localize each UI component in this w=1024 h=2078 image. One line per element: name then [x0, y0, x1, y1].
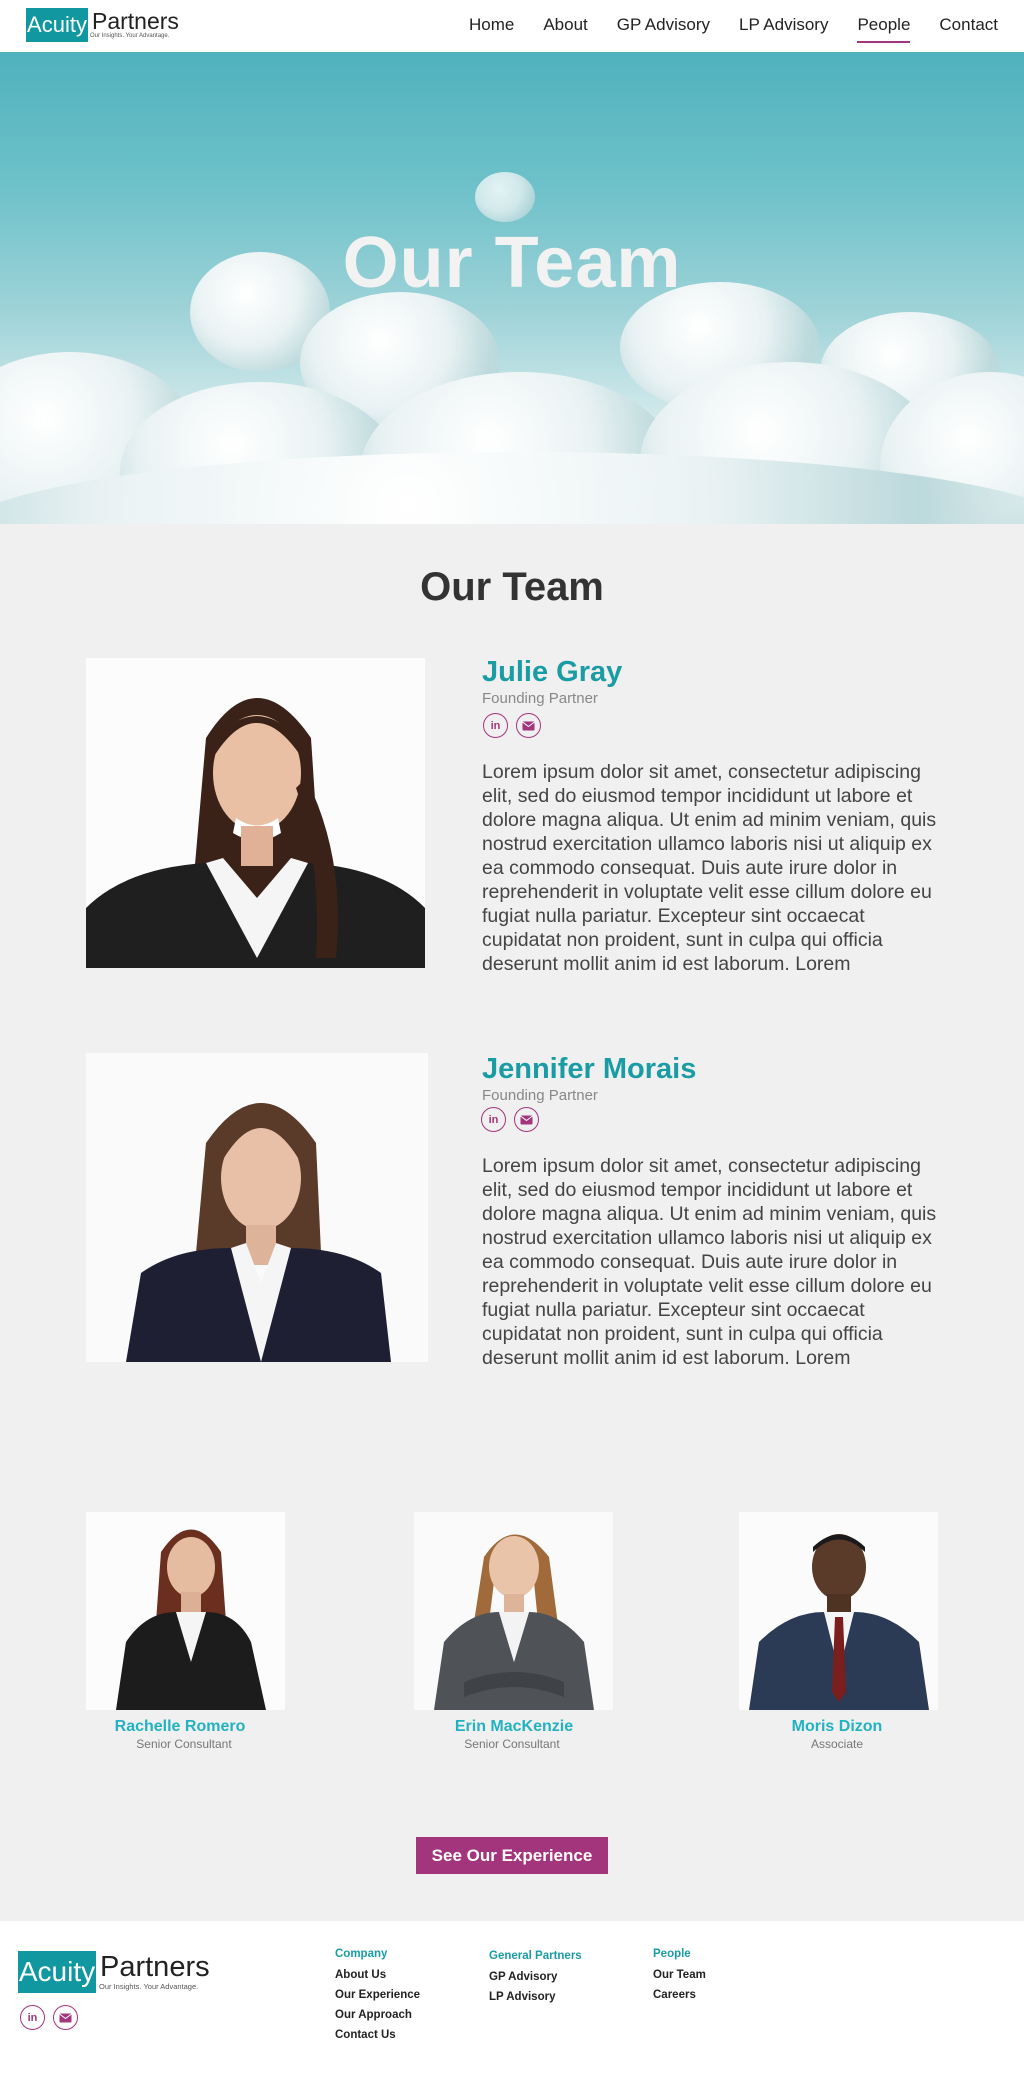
member-role: Associate: [810, 1737, 864, 1751]
site-footer: Acuity Partners Our Insights. Your Advan…: [0, 1921, 1024, 2078]
footer-column-general-partners: General Partners GP Advisory LP Advisory: [489, 1950, 582, 2011]
footer-link-our-experience[interactable]: Our Experience: [335, 1989, 420, 2001]
member-photo-moris-dizon: [739, 1512, 938, 1710]
footer-column-title: People: [653, 1948, 691, 1960]
hero-banner: Our Team: [0, 52, 1024, 524]
footer-column-title: General Partners: [489, 1950, 582, 1962]
logo-tagline: Our Insights. Your Advantage.: [90, 33, 170, 39]
member-name: Julie Gray: [482, 656, 623, 688]
member-name: Erin MacKenzie: [454, 1718, 574, 1735]
footer-social: in: [20, 2005, 78, 2030]
nav-gp-advisory[interactable]: GP Advisory: [617, 15, 710, 37]
logo-word: Partners: [100, 1951, 210, 1983]
footer-column-people: People Our Team Careers: [653, 1948, 706, 2009]
member-role: Senior Consultant: [136, 1737, 232, 1751]
footer-link-lp-advisory[interactable]: LP Advisory: [489, 1991, 582, 2003]
member-bio: Lorem ipsum dolor sit amet, consectetur …: [482, 1155, 937, 1369]
nav-lp-advisory[interactable]: LP Advisory: [739, 15, 828, 37]
mail-icon[interactable]: [516, 713, 541, 738]
member-photo-jennifer-morais: [86, 1053, 428, 1362]
footer-link-gp-advisory[interactable]: GP Advisory: [489, 1971, 582, 1983]
nav-home[interactable]: Home: [469, 15, 514, 37]
footer-logo[interactable]: Acuity Partners Our Insights. Your Advan…: [18, 1951, 210, 1993]
site-logo[interactable]: Acuity Partners Our Insights. Your Advan…: [26, 8, 179, 42]
member-role: Founding Partner: [482, 690, 598, 707]
footer-link-careers[interactable]: Careers: [653, 1989, 706, 2001]
member-name: Moris Dizon: [791, 1718, 883, 1735]
mail-icon[interactable]: [514, 1107, 539, 1132]
footer-column-company: Company About Us Our Experience Our Appr…: [335, 1948, 420, 2049]
hero-title: Our Team: [342, 223, 682, 303]
nav-about[interactable]: About: [543, 15, 587, 37]
footer-link-contact-us[interactable]: Contact Us: [335, 2029, 420, 2041]
member-photo-rachelle-romero: [86, 1512, 285, 1710]
linkedin-icon[interactable]: in: [483, 713, 508, 738]
site-header: Acuity Partners Our Insights. Your Advan…: [0, 0, 1024, 52]
member-name: Rachelle Romero: [114, 1718, 246, 1735]
member-social: in: [483, 713, 541, 738]
linkedin-icon[interactable]: in: [20, 2005, 45, 2030]
logo-box: Acuity: [18, 1951, 96, 1993]
mail-icon[interactable]: [53, 2005, 78, 2030]
footer-link-our-approach[interactable]: Our Approach: [335, 2009, 420, 2021]
linkedin-icon[interactable]: in: [481, 1107, 506, 1132]
member-social: in: [481, 1107, 539, 1132]
nav-people[interactable]: People: [857, 15, 910, 43]
member-photo-erin-mackenzie: [414, 1512, 613, 1710]
main-nav: Home About GP Advisory LP Advisory Peopl…: [440, 0, 998, 52]
footer-link-our-team[interactable]: Our Team: [653, 1969, 706, 1981]
member-photo-julie-gray: [86, 658, 425, 968]
logo-word: Partners: [92, 8, 179, 34]
footer-column-title: Company: [335, 1948, 388, 1960]
member-role: Founding Partner: [482, 1087, 598, 1104]
see-our-experience-button[interactable]: See Our Experience: [416, 1837, 608, 1874]
member-role: Senior Consultant: [464, 1737, 560, 1751]
logo-box: Acuity: [26, 8, 88, 42]
logo-tagline: Our Insights. Your Advantage.: [99, 1982, 199, 1991]
member-bio: Lorem ipsum dolor sit amet, consectetur …: [482, 761, 937, 975]
section-title: Our Team: [420, 565, 604, 609]
nav-contact[interactable]: Contact: [939, 15, 998, 37]
member-name: Jennifer Morais: [482, 1053, 697, 1085]
footer-link-about-us[interactable]: About Us: [335, 1969, 420, 1981]
